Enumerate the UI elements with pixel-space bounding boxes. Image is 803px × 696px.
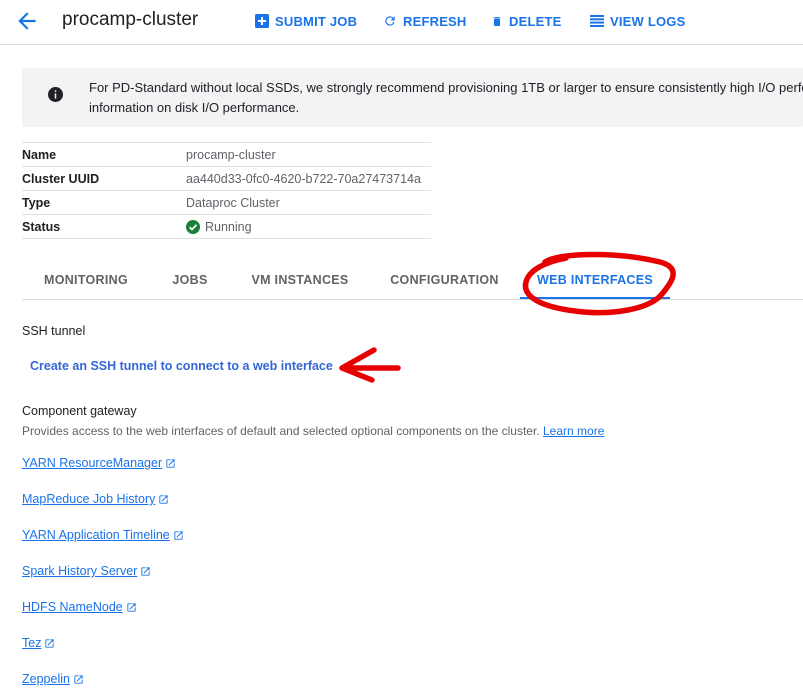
status-badge: Running: [186, 219, 431, 234]
view-logs-button[interactable]: VIEW LOGS: [590, 12, 685, 30]
link-label: HDFS NameNode: [22, 600, 123, 614]
banner-line-1: For PD-Standard without local SSDs, we s…: [89, 80, 803, 95]
list-icon: [590, 15, 604, 27]
submit-job-label: SUBMIT JOB: [275, 13, 358, 29]
gateway-description-text: Provides access to the web interfaces of…: [22, 424, 540, 438]
link-label: MapReduce Job History: [22, 492, 156, 506]
yarn-resourcemanager-link[interactable]: YARN ResourceManager: [22, 456, 176, 470]
tab-bar: MONITORING JOBS VM INSTANCES CONFIGURATI…: [22, 262, 803, 300]
gateway-description: Provides access to the web interfaces of…: [22, 424, 604, 438]
external-link-icon: [74, 674, 83, 684]
toolbar: procamp-cluster SUBMIT JOB REFRESH DELET…: [0, 0, 803, 45]
hdfs-namenode-link[interactable]: HDFS NameNode: [22, 600, 137, 614]
link-label: Spark History Server: [22, 564, 138, 578]
tab-configuration[interactable]: CONFIGURATION: [382, 262, 507, 298]
yarn-application-timeline-link[interactable]: YARN Application Timeline: [22, 528, 184, 542]
check-circle-icon: [186, 219, 200, 234]
gateway-section-label: Component gateway: [22, 404, 137, 418]
external-link-icon: [45, 638, 55, 648]
detail-key: Status: [22, 214, 186, 239]
zeppelin-link[interactable]: Zeppelin: [22, 672, 84, 686]
mapreduce-job-history-link[interactable]: MapReduce Job History: [22, 492, 169, 506]
detail-value: procamp-cluster: [186, 142, 431, 167]
tab-web-interfaces[interactable]: WEB INTERFACES: [520, 262, 670, 299]
table-row: Cluster UUID aa440d33-0fc0-4620-b722-70a…: [22, 166, 431, 191]
table-row: Status Running: [22, 214, 431, 239]
external-link-icon: [166, 458, 175, 468]
detail-value: Dataproc Cluster: [186, 190, 431, 215]
link-label: YARN Application Timeline: [22, 528, 170, 542]
detail-key: Type: [22, 190, 186, 215]
trash-icon: [493, 16, 501, 26]
external-link-icon: [174, 530, 183, 540]
spark-history-server-link[interactable]: Spark History Server: [22, 564, 151, 578]
banner-text: For PD-Standard without local SSDs, we s…: [89, 78, 803, 118]
back-arrow-icon[interactable]: [14, 8, 40, 34]
banner-line-2: information on disk I/O performance.: [89, 100, 300, 115]
refresh-label: REFRESH: [403, 13, 467, 29]
ssh-tunnel-link[interactable]: Create an SSH tunnel to connect to a web…: [30, 359, 333, 373]
info-banner: For PD-Standard without local SSDs, we s…: [22, 68, 803, 127]
status-text: Running: [205, 219, 252, 234]
external-link-icon: [141, 566, 150, 576]
info-icon: [48, 87, 63, 102]
page-title: procamp-cluster: [62, 9, 199, 30]
refresh-button[interactable]: REFRESH: [383, 12, 467, 30]
learn-more-link[interactable]: Learn more: [543, 424, 604, 438]
link-label: Tez: [22, 636, 42, 650]
detail-key: Cluster UUID: [22, 166, 186, 191]
status-cell: Running: [186, 214, 431, 239]
add-box-icon: [255, 14, 269, 28]
tab-jobs[interactable]: JOBS: [158, 262, 222, 298]
refresh-icon: [385, 16, 395, 26]
table-row: Type Dataproc Cluster: [22, 190, 431, 215]
link-label: Zeppelin: [22, 672, 70, 686]
ssh-section-label: SSH tunnel: [22, 324, 86, 338]
submit-job-button[interactable]: SUBMIT JOB: [255, 12, 357, 30]
cluster-details-table: Name procamp-cluster Cluster UUID aa440d…: [22, 142, 431, 239]
detail-value: aa440d33-0fc0-4620-b722-70a27473714a: [186, 166, 431, 191]
external-link-icon: [127, 602, 136, 612]
table-row: Name procamp-cluster: [22, 142, 431, 167]
delete-button[interactable]: DELETE: [491, 12, 561, 30]
link-label: YARN ResourceManager: [22, 456, 163, 470]
view-logs-label: VIEW LOGS: [610, 13, 686, 29]
tab-monitoring[interactable]: MONITORING: [22, 262, 150, 298]
external-link-icon: [159, 494, 169, 504]
detail-key: Name: [22, 142, 186, 167]
delete-label: DELETE: [509, 13, 562, 29]
annotation-arrow: [339, 347, 401, 383]
tab-vm-instances[interactable]: VM INSTANCES: [236, 262, 364, 298]
tez-link[interactable]: Tez: [22, 636, 55, 650]
